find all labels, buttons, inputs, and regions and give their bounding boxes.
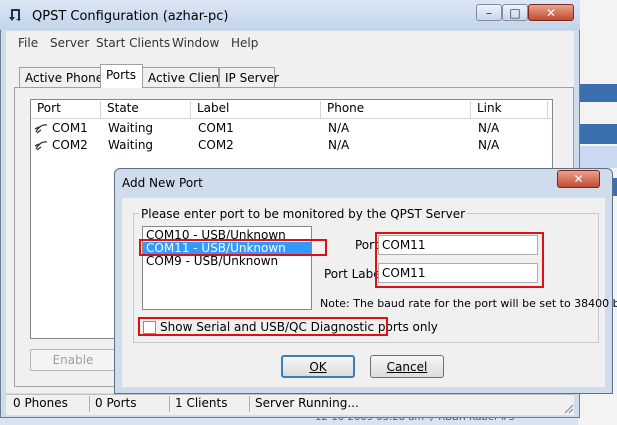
background-bar (578, 84, 617, 102)
resize-grip-icon[interactable] (562, 402, 574, 414)
diagnostic-ports-checkbox[interactable] (143, 321, 156, 334)
column-port[interactable]: Port (31, 101, 101, 118)
ok-button[interactable]: OK (281, 355, 355, 378)
status-server: Server Running... (255, 396, 359, 410)
tab-ip-server[interactable]: IP Server (219, 67, 279, 87)
menu-server[interactable]: Server (50, 36, 89, 50)
cancel-button[interactable]: Cancel (370, 355, 444, 378)
menu-file[interactable]: File (18, 36, 38, 50)
port-label-input[interactable]: COM11 (378, 263, 538, 283)
cell-state: Waiting (108, 121, 154, 135)
dialog-close-icon[interactable]: ✕ (557, 170, 600, 188)
close-icon[interactable]: ✕ (528, 4, 574, 21)
background-bar (578, 146, 617, 168)
enable-button[interactable]: Enable (30, 349, 116, 371)
status-phones: 0 Phones (8, 396, 90, 412)
baud-rate-note: Note: The baud rate for the port will be… (320, 297, 617, 310)
column-label[interactable]: Label (191, 101, 321, 118)
menu-window[interactable]: Window (172, 36, 219, 50)
cell-phone: N/A (328, 138, 350, 152)
list-item[interactable]: COM9 - USB/Unknown (143, 255, 311, 268)
maximize-icon[interactable]: □ (502, 4, 528, 21)
status-clients: 1 Clients (170, 396, 250, 412)
minimize-icon[interactable]: – (476, 4, 502, 21)
tab-ports[interactable]: Ports (100, 64, 143, 88)
column-link[interactable]: Link (471, 101, 548, 118)
background-bar (578, 124, 617, 144)
menu-help[interactable]: Help (231, 36, 258, 50)
window-title: QPST Configuration (azhar-pc) (32, 9, 229, 24)
cell-link: N/A (478, 138, 500, 152)
diagnostic-ports-checkbox-label[interactable]: Show Serial and USB/QC Diagnostic ports … (160, 320, 438, 334)
tab-active-clients[interactable]: Active Clients (142, 67, 230, 87)
cell-label: COM1 (198, 121, 234, 135)
serial-port-icon (34, 124, 48, 134)
cell-port: COM1 (52, 121, 88, 135)
cell-port: COM2 (52, 138, 88, 152)
tab-active-phones[interactable]: Active Phones (19, 67, 109, 87)
group-label: Please enter port to be monitored by the… (139, 207, 468, 221)
cell-link: N/A (478, 121, 500, 135)
port-input[interactable]: COM11 (378, 235, 538, 255)
cell-phone: N/A (328, 121, 350, 135)
dialog-title: Add New Port (122, 176, 203, 190)
cell-label: COM2 (198, 138, 234, 152)
menu-bar (6, 31, 574, 53)
column-phone[interactable]: Phone (321, 101, 471, 118)
status-ports: 0 Ports (90, 396, 170, 412)
column-state[interactable]: State (101, 101, 191, 118)
serial-port-icon (34, 141, 48, 151)
cell-state: Waiting (108, 138, 154, 152)
qpst-app-icon (9, 9, 21, 21)
menu-start-clients[interactable]: Start Clients (96, 36, 170, 50)
